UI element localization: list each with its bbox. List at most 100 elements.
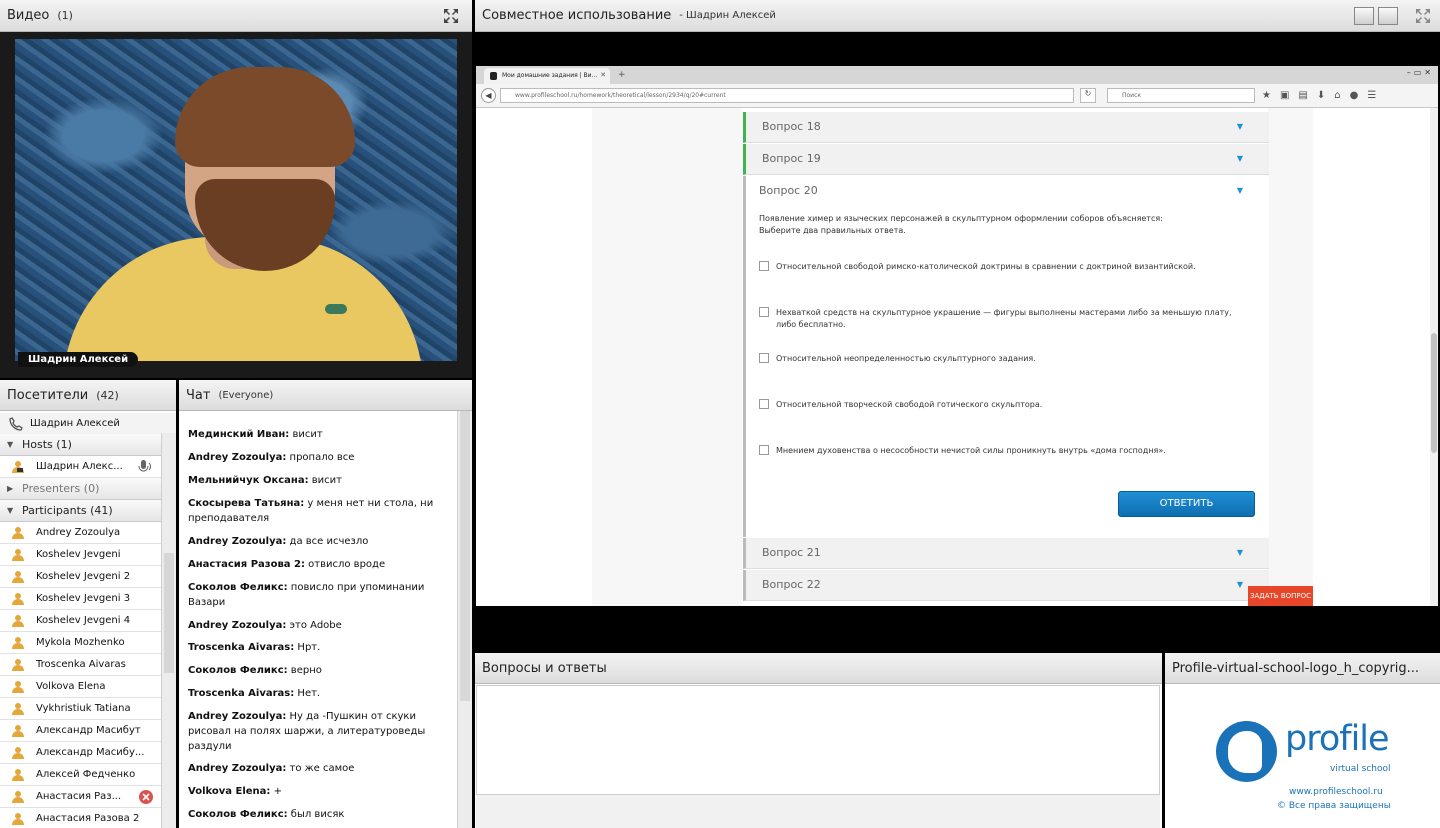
full-screen-share-button[interactable]	[1378, 7, 1398, 25]
remove-icon[interactable]	[138, 789, 154, 805]
chat-message: Andrey Zozoulya: Ну да -Пушкин от скуки …	[188, 709, 450, 754]
participant-row[interactable]: Алексей Федченко	[0, 764, 161, 786]
my-status-row[interactable]: Шадрин Алексей	[0, 413, 176, 435]
question-22-header[interactable]: Вопрос 22 ▼	[743, 570, 1269, 601]
logo-pod-title: Profile-virtual-school-logo_h_copyrig...	[1172, 660, 1420, 676]
my-name: Шадрин Алексей	[30, 418, 120, 429]
participant-row[interactable]: Volkova Elena	[0, 676, 161, 698]
browser-search-input[interactable]: Поиск	[1107, 88, 1255, 103]
participant-row[interactable]: Александр Масибу...	[0, 742, 161, 764]
option-checkbox[interactable]	[759, 399, 769, 409]
hosts-group[interactable]: ▼ Hosts (1)	[0, 434, 161, 456]
site-favicon-icon	[490, 72, 497, 80]
logo-subtitle: virtual school	[1330, 764, 1391, 774]
user-icon	[12, 791, 24, 803]
participant-name: Koshelev Jevgeni	[36, 549, 121, 560]
browser-tab[interactable]: Мои домашние задания | Ви... ✕	[484, 68, 610, 84]
qa-question-list[interactable]	[476, 685, 1160, 795]
question-19-header[interactable]: Вопрос 19 ▼	[743, 144, 1269, 175]
participant-name: Andrey Zozoulya	[36, 527, 121, 538]
question-label[interactable]: Вопрос 20	[759, 184, 818, 197]
participant-row[interactable]: Koshelev Jevgeni 3	[0, 588, 161, 610]
user-icon	[12, 703, 24, 715]
presenters-group[interactable]: ▶ Presenters (0)	[0, 478, 161, 500]
attendees-scrollbar[interactable]	[161, 433, 176, 828]
back-arrow-icon[interactable]: ◀	[481, 88, 496, 103]
chat-message: Анастасия Разова 2: отвисло вроде	[188, 557, 450, 572]
chat-text: отвисло вроде	[304, 559, 386, 570]
reload-icon[interactable]: ↻	[1080, 88, 1096, 103]
address-bar[interactable]: www.profileschool.ru/homework/theoretica…	[500, 88, 1074, 103]
fullscreen-icon[interactable]	[443, 8, 459, 24]
video-pod-title: Видео	[7, 8, 50, 23]
participant-row[interactable]: Andrey Zozoulya	[0, 522, 161, 544]
fullscreen-icon[interactable]	[1415, 8, 1431, 24]
participant-name: Алексей Федченко	[36, 769, 136, 780]
new-tab-icon[interactable]: +	[618, 70, 626, 80]
participant-row[interactable]: Анастасия Разова 2	[0, 808, 161, 828]
participants-group[interactable]: ▼ Participants (41)	[0, 500, 161, 522]
browser-toolbar-icons[interactable]: ★▣▤⬇⌂●☰	[1262, 90, 1385, 101]
share-pod-header: Совместное использование - Шадрин Алексе…	[475, 0, 1440, 32]
qa-pod-title: Вопросы и ответы	[482, 660, 607, 676]
question-21-header[interactable]: Вопрос 21 ▼	[743, 538, 1269, 569]
option-checkbox[interactable]	[759, 307, 769, 317]
option-checkbox[interactable]	[759, 445, 769, 455]
answer-button[interactable]: ОТВЕТИТЬ	[1118, 491, 1255, 517]
participant-row[interactable]: Koshelev Jevgeni 2	[0, 566, 161, 588]
chat-text: Нрт.	[294, 642, 321, 653]
host-row[interactable]: Шадрин Алекс...	[0, 456, 161, 478]
chat-pod-title: Чат	[186, 387, 211, 403]
question-text: Появление химер и языческих персонажей в…	[759, 214, 1163, 235]
chat-scrollbar[interactable]	[457, 411, 472, 828]
answer-option[interactable]: Мнением духовенства о несособности нечис…	[759, 445, 1249, 457]
chat-text: был висяк	[287, 809, 345, 820]
user-icon	[12, 747, 24, 759]
browser-tab-title: Мои домашние задания | Ви...	[502, 72, 598, 79]
page-content: Вопрос 18 ▼ Вопрос 19 ▼ Вопрос 20 ▼ Появ…	[476, 108, 1438, 606]
close-tab-icon[interactable]: ✕	[600, 71, 606, 79]
microphone-icon[interactable]	[136, 459, 154, 475]
participant-row[interactable]: Troscenka Aivaras	[0, 654, 161, 676]
answer-option[interactable]: Нехваткой средств на скульптурное украше…	[759, 307, 1249, 331]
user-icon	[12, 813, 24, 825]
chat-author: Соколов Феликс:	[188, 582, 288, 593]
participant-row[interactable]: Koshelev Jevgeni	[0, 544, 161, 566]
chat-author: Troscenka Aivaras:	[188, 642, 295, 653]
user-icon	[12, 571, 24, 583]
profile-head-icon	[1216, 721, 1277, 782]
fit-width-button[interactable]	[1354, 7, 1374, 25]
chat-audience[interactable]: (Everyone)	[218, 390, 273, 401]
user-icon	[12, 527, 24, 539]
video-pod-count: (1)	[57, 9, 73, 22]
chat-author: Andrey Zozoulya:	[188, 620, 287, 631]
window-controls-icon[interactable]: –▭✕	[1407, 68, 1434, 77]
chat-message: Мединский Иван: висит	[188, 427, 450, 442]
question-18-header[interactable]: Вопрос 18 ▼	[743, 112, 1269, 143]
collapse-arrow-icon[interactable]: ▼	[1237, 186, 1243, 195]
browser-tabstrip: Мои домашние задания | Ви... ✕ + –▭✕	[476, 66, 1438, 84]
chat-text: висит	[308, 475, 342, 486]
participant-name: Mykola Mozhenko	[36, 637, 125, 648]
chat-author: Скосырева Татьяна:	[188, 498, 305, 509]
chat-author: Andrey Zozoulya:	[188, 452, 287, 463]
chat-message: Andrey Zozoulya: то же самое	[188, 761, 450, 776]
answer-option[interactable]: Относительной свободой римско-католическ…	[759, 261, 1249, 273]
answer-option[interactable]: Относительной неопределенностью скульпту…	[759, 353, 1249, 365]
attendees-pod-title: Посетители	[7, 387, 89, 403]
participant-row[interactable]: Александр Масибут	[0, 720, 161, 742]
chat-author: Andrey Zozoulya:	[188, 763, 287, 774]
answer-option[interactable]: Относительной творческой свободой готиче…	[759, 399, 1249, 411]
participant-row[interactable]: Mykola Mozhenko	[0, 632, 161, 654]
logo-pod: Profile-virtual-school-logo_h_copyrig...…	[1165, 653, 1440, 828]
chat-message: Соколов Феликс: был висяк	[188, 807, 450, 822]
participant-row[interactable]: Koshelev Jevgeni 4	[0, 610, 161, 632]
option-checkbox[interactable]	[759, 261, 769, 271]
chat-text: это Adobe	[286, 620, 342, 631]
participant-name: Volkova Elena	[36, 681, 106, 692]
participant-row[interactable]: Анастасия Раз...	[0, 786, 161, 808]
option-checkbox[interactable]	[759, 353, 769, 363]
page-scrollbar[interactable]	[1430, 108, 1438, 606]
ask-question-button[interactable]: ЗАДАТЬ ВОПРОС	[1248, 586, 1313, 606]
participant-row[interactable]: Vykhristiuk Tatiana	[0, 698, 161, 720]
